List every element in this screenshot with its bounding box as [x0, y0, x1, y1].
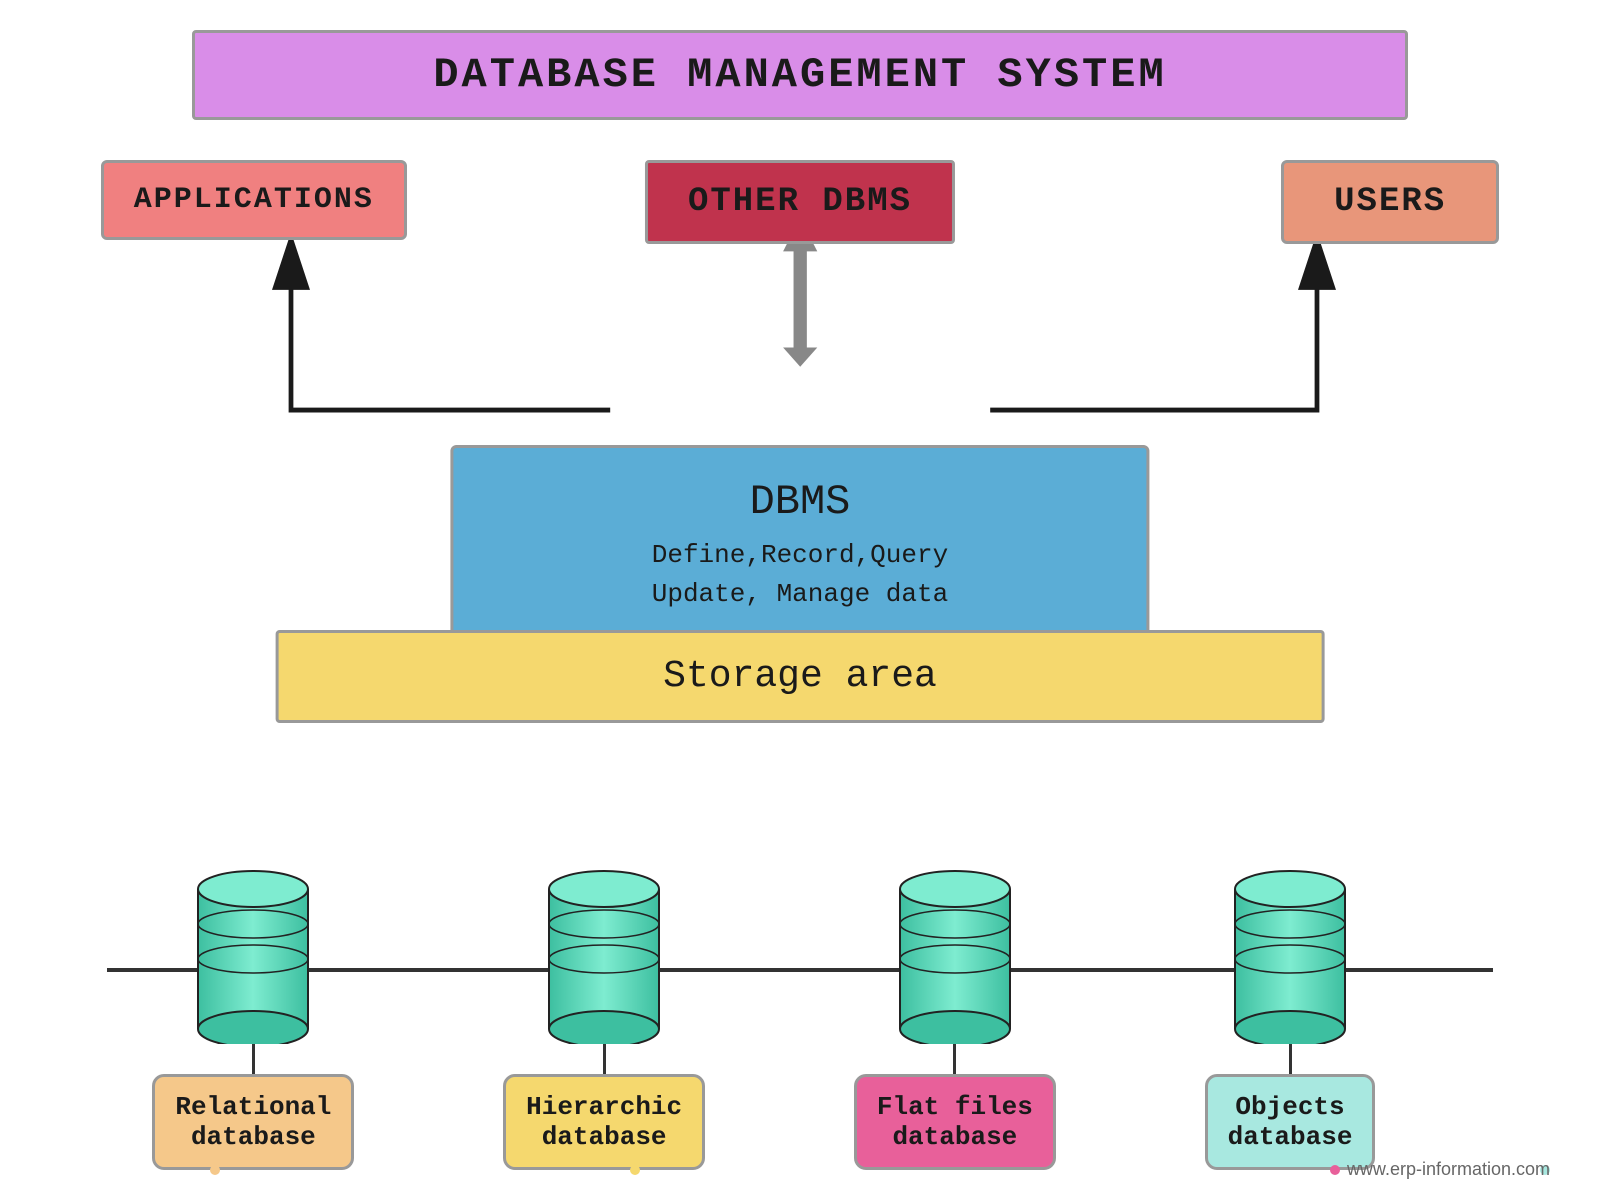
dot-1 [210, 1165, 220, 1175]
dot-3 [1330, 1165, 1340, 1175]
db-label-relational: Relational database [152, 1074, 354, 1170]
storage-box: Storage area [276, 630, 1325, 723]
title-text: DATABASE MANAGEMENT SYSTEM [433, 51, 1166, 99]
middle-section: APPLICATIONS OTHER DBMS USERS DBMS Defin… [101, 160, 1499, 814]
storage-label: Storage area [663, 655, 937, 698]
applications-label: APPLICATIONS [134, 183, 374, 217]
dbms-box: DBMS Define,Record,Query Update, Manage … [450, 445, 1149, 647]
diagram-container: DATABASE MANAGEMENT SYSTEM [0, 0, 1600, 1200]
cylinder-flatfiles [890, 864, 1020, 1044]
db-line-flatfiles [953, 1044, 956, 1074]
databases-row: Relational database [78, 864, 1450, 1170]
db-label-flatfiles: Flat files database [854, 1074, 1056, 1170]
dbms-subtitle: Define,Record,Query Update, Manage data [533, 536, 1066, 614]
cylinder-relational [188, 864, 318, 1044]
other-dbms-label: OTHER DBMS [688, 183, 912, 221]
db-item-flatfiles: Flat files database [854, 864, 1056, 1170]
db-label-objects: Objects database [1205, 1074, 1376, 1170]
users-label: USERS [1334, 183, 1446, 221]
users-box: USERS [1281, 160, 1499, 244]
applications-box: APPLICATIONS [101, 160, 407, 240]
db-item-objects: Objects database [1205, 864, 1376, 1170]
other-dbms-box: OTHER DBMS [645, 160, 955, 244]
db-item-hierarchic: Hierarchic database [503, 864, 705, 1170]
db-line-objects [1289, 1044, 1292, 1074]
watermark: www.erp-information.com [1347, 1159, 1550, 1180]
title-bar: DATABASE MANAGEMENT SYSTEM [192, 30, 1408, 120]
cylinder-objects [1225, 864, 1355, 1044]
db-line-hierarchic [603, 1044, 606, 1074]
db-line-relational [252, 1044, 255, 1074]
dbms-title: DBMS [533, 478, 1066, 526]
dot-2 [630, 1165, 640, 1175]
db-label-hierarchic: Hierarchic database [503, 1074, 705, 1170]
db-item-relational: Relational database [152, 864, 354, 1170]
cylinder-hierarchic [539, 864, 669, 1044]
